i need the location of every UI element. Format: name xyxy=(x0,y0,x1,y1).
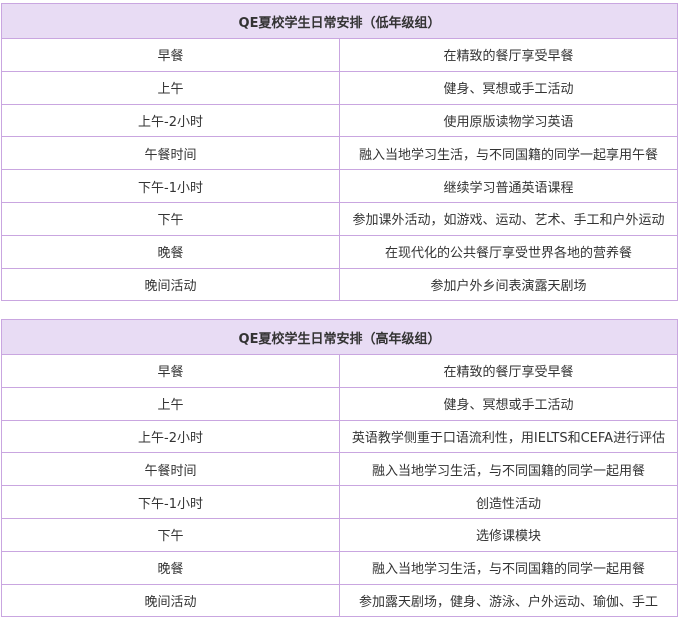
activity-cell: 融入当地学习生活，与不同国籍的同学一起用餐 xyxy=(339,452,678,487)
time-cell: 下午 xyxy=(1,201,340,236)
table-body: 早餐 在精致的餐厅享受早餐 上午 健身、冥想或手工活动 上午-2小时 英语教学侧… xyxy=(1,354,678,618)
time-cell: 上午-2小时 xyxy=(1,103,340,138)
table-row: 下午 参加课外活动，如游戏、运动、艺术、手工和户外运动 xyxy=(1,201,678,236)
activity-cell: 在现代化的公共餐厅享受世界各地的营养餐 xyxy=(339,234,678,269)
activity-cell: 融入当地学习生活，与不同国籍的同学一起用餐 xyxy=(339,550,678,585)
activity-cell: 创造性活动 xyxy=(339,485,678,519)
table-body: 早餐 在精致的餐厅享受早餐 上午 健身、冥想或手工活动 上午-2小时 使用原版读… xyxy=(1,38,678,302)
table-row: 上午 健身、冥想或手工活动 xyxy=(1,70,678,105)
time-cell: 晚餐 xyxy=(1,550,340,585)
table-title: QE夏校学生日常安排（高年级组） xyxy=(1,319,678,355)
schedule-table-senior: QE夏校学生日常安排（高年级组） 早餐 在精致的餐厅享受早餐 上午 健身、冥想或… xyxy=(1,319,678,618)
table-row: 早餐 在精致的餐厅享受早餐 xyxy=(1,354,678,388)
table-row: 午餐时间 融入当地学习生活，与不同国籍的同学一起用餐 xyxy=(1,452,678,487)
activity-cell: 参加露天剧场，健身、游泳、户外运动、瑜伽、手工 xyxy=(339,583,678,618)
time-cell: 下午-1小时 xyxy=(1,169,340,203)
time-cell: 晚餐 xyxy=(1,234,340,269)
time-cell: 下午-1小时 xyxy=(1,485,340,519)
activity-cell: 选修课模块 xyxy=(339,517,678,552)
time-cell: 午餐时间 xyxy=(1,136,340,171)
table-row: 午餐时间 融入当地学习生活，与不同国籍的同学一起享用午餐 xyxy=(1,136,678,171)
table-row: 晚餐 融入当地学习生活，与不同国籍的同学一起用餐 xyxy=(1,550,678,585)
activity-cell: 英语教学侧重于口语流利性，用IELTS和CEFA进行评估 xyxy=(339,419,678,454)
table-title: QE夏校学生日常安排（低年级组） xyxy=(1,3,678,39)
time-cell: 上午 xyxy=(1,386,340,421)
table-row: 晚餐 在现代化的公共餐厅享受世界各地的营养餐 xyxy=(1,234,678,269)
activity-cell: 参加户外乡间表演露天剧场 xyxy=(339,267,678,302)
time-cell: 上午 xyxy=(1,70,340,105)
activity-cell: 继续学习普通英语课程 xyxy=(339,169,678,203)
time-cell: 上午-2小时 xyxy=(1,419,340,454)
table-header-row: QE夏校学生日常安排（低年级组） xyxy=(1,3,678,39)
table-row: 上午-2小时 使用原版读物学习英语 xyxy=(1,103,678,138)
activity-cell: 在精致的餐厅享受早餐 xyxy=(339,38,678,72)
activity-cell: 健身、冥想或手工活动 xyxy=(339,70,678,105)
activity-cell: 参加课外活动，如游戏、运动、艺术、手工和户外运动 xyxy=(339,201,678,236)
activity-cell: 健身、冥想或手工活动 xyxy=(339,386,678,421)
table-row: 上午-2小时 英语教学侧重于口语流利性，用IELTS和CEFA进行评估 xyxy=(1,419,678,454)
time-cell: 早餐 xyxy=(1,38,340,72)
time-cell: 晚间活动 xyxy=(1,583,340,618)
time-cell: 下午 xyxy=(1,517,340,552)
table-row: 下午 选修课模块 xyxy=(1,517,678,552)
activity-cell: 使用原版读物学习英语 xyxy=(339,103,678,138)
time-cell: 晚间活动 xyxy=(1,267,340,302)
table-row: 下午-1小时 继续学习普通英语课程 xyxy=(1,169,678,203)
activity-cell: 在精致的餐厅享受早餐 xyxy=(339,354,678,388)
activity-cell: 融入当地学习生活，与不同国籍的同学一起享用午餐 xyxy=(339,136,678,171)
schedule-table-junior: QE夏校学生日常安排（低年级组） 早餐 在精致的餐厅享受早餐 上午 健身、冥想或… xyxy=(1,3,678,302)
time-cell: 午餐时间 xyxy=(1,452,340,487)
table-row: 晚间活动 参加户外乡间表演露天剧场 xyxy=(1,267,678,302)
table-row: 下午-1小时 创造性活动 xyxy=(1,485,678,519)
table-header-row: QE夏校学生日常安排（高年级组） xyxy=(1,319,678,355)
table-row: 上午 健身、冥想或手工活动 xyxy=(1,386,678,421)
time-cell: 早餐 xyxy=(1,354,340,388)
table-row: 早餐 在精致的餐厅享受早餐 xyxy=(1,38,678,72)
table-row: 晚间活动 参加露天剧场，健身、游泳、户外运动、瑜伽、手工 xyxy=(1,583,678,618)
